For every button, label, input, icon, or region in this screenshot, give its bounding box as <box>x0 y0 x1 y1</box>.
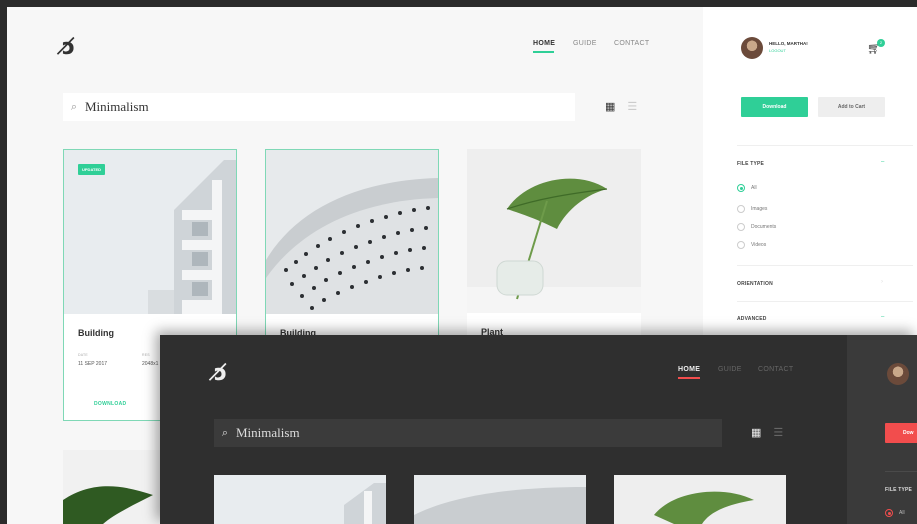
radio-icon <box>737 241 745 249</box>
showcase-stage: ɔ̸ HOME GUIDE CONTACT ⌕ Minimalism ▦ ☰ U… <box>0 0 917 524</box>
logo-icon[interactable]: ɔ̸ <box>62 35 75 60</box>
image-card[interactable]: Building <box>265 149 439 349</box>
nav-contact[interactable]: CONTACT <box>614 40 649 47</box>
filter-option-videos[interactable]: Videos <box>737 241 766 249</box>
image-card[interactable]: Plant <box>467 149 641 349</box>
res-value: 2048x1 <box>142 361 159 367</box>
card-download-link[interactable]: DOWNLOAD <box>94 401 126 407</box>
nav-contact[interactable]: CONTACT <box>758 366 793 373</box>
image-card[interactable] <box>614 475 786 524</box>
file-type-title[interactable]: FILE TYPE <box>885 487 912 493</box>
date-label: DATE <box>78 353 88 357</box>
search-input[interactable]: Minimalism <box>85 99 149 115</box>
option-label: All <box>899 510 905 516</box>
image-card[interactable] <box>214 475 386 524</box>
nav-guide[interactable]: GUIDE <box>573 40 597 47</box>
filter-option-all[interactable]: All <box>885 509 905 517</box>
filter-option-all[interactable]: All <box>737 184 757 192</box>
orientation-title[interactable]: ORIENTATION <box>737 281 773 287</box>
filter-option-images[interactable]: Images <box>737 205 767 213</box>
nav-guide[interactable]: GUIDE <box>718 366 742 373</box>
user-greeting: HELLO, MARTHA! <box>769 41 808 46</box>
search-bar[interactable]: ⌕ Minimalism <box>214 419 722 447</box>
list-view-icon[interactable]: ☰ <box>773 426 783 439</box>
res-label: RES <box>142 353 150 357</box>
grid-view-icon[interactable]: ▦ <box>751 426 761 439</box>
view-toggle: ▦ ☰ <box>605 100 637 113</box>
search-bar[interactable]: ⌕ Minimalism <box>63 93 575 121</box>
file-type-title[interactable]: FILE TYPE <box>737 161 764 167</box>
option-label: All <box>751 185 757 191</box>
nav-home[interactable]: HOME <box>533 40 555 47</box>
divider <box>737 301 913 302</box>
nav-active-underline <box>678 377 700 379</box>
updated-badge: UPDATED <box>78 164 106 175</box>
radio-selected-icon <box>737 184 745 192</box>
download-button[interactable]: Download <box>741 97 808 117</box>
option-label: Images <box>751 206 768 212</box>
search-input[interactable]: Minimalism <box>236 425 300 441</box>
radio-icon <box>737 223 745 231</box>
logo-icon[interactable]: ɔ̸ <box>214 361 227 386</box>
avatar[interactable] <box>887 363 909 385</box>
expand-icon[interactable]: › <box>881 279 883 285</box>
grid-view-icon[interactable]: ▦ <box>605 100 615 113</box>
cart-count-badge: 2 <box>877 39 885 47</box>
sidebar-panel: Dow FILE TYPE All <box>847 335 917 524</box>
advanced-title[interactable]: ADVANCED <box>737 316 767 322</box>
card-title: Building <box>78 328 114 338</box>
nav-home[interactable]: HOME <box>678 366 700 373</box>
dark-theme-screen: ɔ̸ HOME GUIDE CONTACT ⌕ Minimalism ▦ ☰ D… <box>160 335 917 524</box>
card-image <box>266 150 438 314</box>
card-image: UPDATED <box>64 150 236 314</box>
download-button[interactable]: Dow <box>885 423 917 443</box>
option-label: Documents <box>751 224 777 230</box>
nav-active-underline <box>533 51 554 53</box>
search-icon: ⌕ <box>70 100 78 113</box>
option-label: Videos <box>751 242 767 248</box>
divider <box>737 145 913 146</box>
radio-icon <box>737 205 745 213</box>
search-icon: ⌕ <box>221 426 229 439</box>
filter-option-documents[interactable]: Documents <box>737 223 776 231</box>
radio-selected-icon <box>885 509 893 517</box>
view-toggle: ▦ ☰ <box>751 426 783 439</box>
list-view-icon[interactable]: ☰ <box>627 100 637 113</box>
add-to-cart-button[interactable]: Add to Cart <box>818 97 885 117</box>
divider <box>885 471 917 472</box>
divider <box>737 265 913 266</box>
image-card[interactable] <box>414 475 586 524</box>
collapse-icon[interactable]: – <box>881 159 884 165</box>
date-value: 11 SEP 2017 <box>78 361 108 367</box>
card-image <box>467 149 641 313</box>
expand-icon[interactable]: – <box>881 314 884 320</box>
logout-link[interactable]: LOGOUT <box>769 48 786 53</box>
avatar[interactable] <box>741 37 763 59</box>
